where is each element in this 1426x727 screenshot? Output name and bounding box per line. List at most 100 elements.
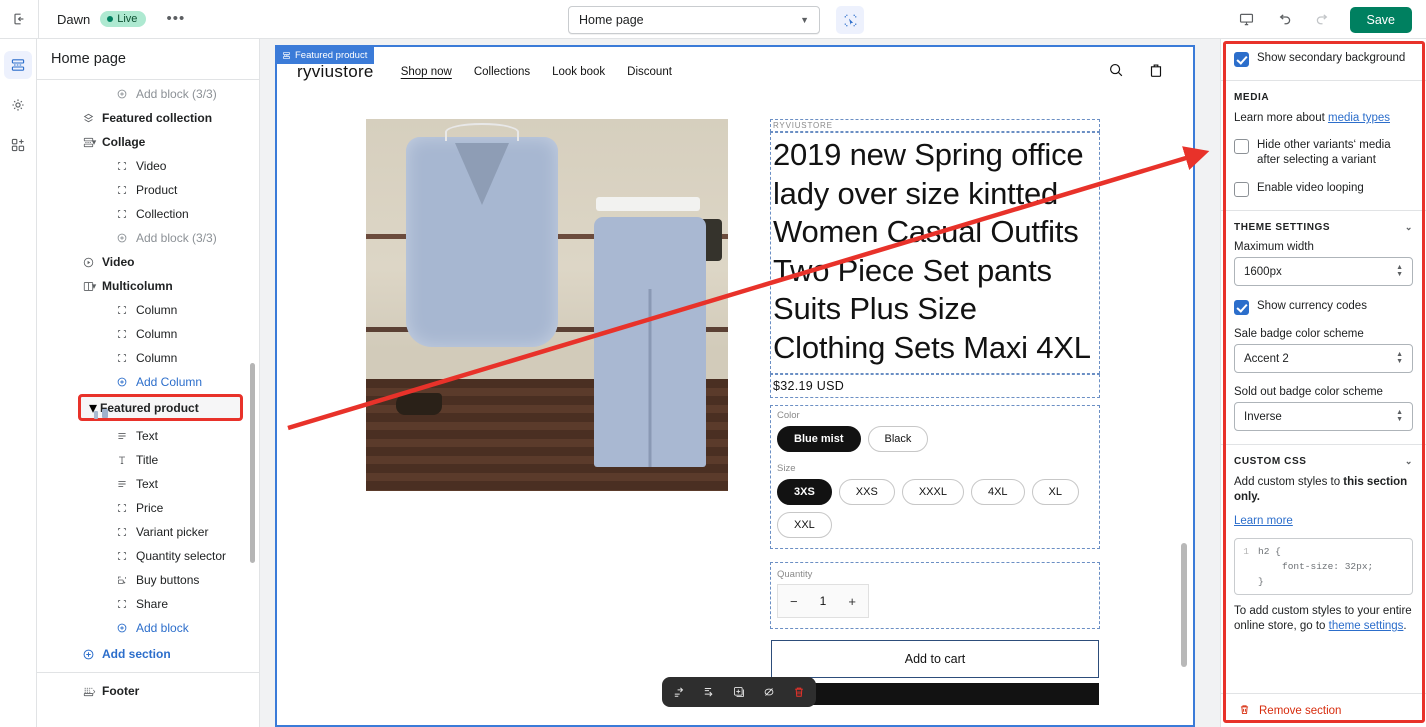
title-icon bbox=[113, 454, 131, 466]
chevron-right-icon[interactable]: › bbox=[87, 686, 101, 696]
theme-settings-heading[interactable]: THEME SETTINGS ⌄ bbox=[1234, 222, 1413, 233]
size-option-4xl[interactable]: 4XL bbox=[971, 479, 1025, 505]
size-option-3xs[interactable]: 3XS bbox=[777, 479, 832, 505]
store-logo[interactable]: ryviustore bbox=[297, 62, 374, 82]
chevron-down-icon[interactable]: ⌄ bbox=[1405, 456, 1413, 467]
custom-css-heading-label: CUSTOM CSS bbox=[1234, 456, 1307, 467]
sidebar-item-add-block-collage[interactable]: Add block (3/3) bbox=[37, 226, 259, 250]
chevron-down-icon[interactable]: ⌄ bbox=[1405, 222, 1413, 233]
setting-show-currency-codes[interactable]: Show currency codes bbox=[1234, 299, 1413, 315]
sidebar-item-text-2[interactable]: Text bbox=[37, 472, 259, 496]
sidebar-item-product-block[interactable]: Product bbox=[37, 178, 259, 202]
save-button[interactable]: Save bbox=[1350, 7, 1413, 33]
setting-show-secondary-background[interactable]: Show secondary background bbox=[1234, 51, 1413, 67]
sidebar-scrollbar[interactable] bbox=[250, 363, 255, 563]
custom-css-description: Add custom styles to this section only. bbox=[1234, 475, 1413, 505]
sidebar-item-label: Price bbox=[136, 501, 163, 515]
custom-css-learn-more-link[interactable]: Learn more bbox=[1234, 515, 1293, 527]
sidebar-item-title[interactable]: Title bbox=[37, 448, 259, 472]
product-image[interactable] bbox=[366, 119, 728, 491]
custom-css-code-editor[interactable]: 1 h2 { font-size: 32px; } bbox=[1234, 538, 1413, 595]
css-footer-suffix: . bbox=[1403, 620, 1406, 632]
product-title[interactable]: 2019 new Spring office lady over size ki… bbox=[770, 132, 1100, 374]
sidebar-item-video-block[interactable]: Video bbox=[37, 154, 259, 178]
nav-link-collections[interactable]: Collections bbox=[474, 66, 530, 78]
checkbox-show-secondary-background[interactable] bbox=[1234, 52, 1249, 67]
sidebar-item-column-2[interactable]: Column bbox=[37, 322, 259, 346]
cart-icon[interactable] bbox=[1147, 61, 1165, 84]
exit-editor-button[interactable] bbox=[0, 0, 39, 39]
move-down-icon[interactable] bbox=[701, 684, 717, 700]
sidebar-item-featured-product[interactable]: ▾ Featured product bbox=[78, 394, 243, 421]
color-option-blue-mist[interactable]: Blue mist bbox=[777, 426, 861, 452]
sidebar-item-add-block-featured[interactable]: Add block bbox=[37, 616, 259, 640]
rail-item-sections[interactable] bbox=[4, 51, 32, 79]
checkbox-show-currency-codes[interactable] bbox=[1234, 300, 1249, 315]
quantity-decrease-button[interactable]: − bbox=[790, 594, 798, 609]
nav-link-shop-now[interactable]: Shop now bbox=[401, 66, 452, 78]
delete-icon[interactable] bbox=[791, 684, 807, 700]
sale-badge-select[interactable]: Accent 2 ▲▼ bbox=[1234, 344, 1413, 373]
sidebar-item-video-section[interactable]: Video bbox=[37, 250, 259, 274]
setting-hide-other-variants[interactable]: Hide other variants‘ media after selecti… bbox=[1234, 138, 1413, 168]
chevron-down-icon[interactable]: ▾ bbox=[87, 137, 101, 148]
media-types-link[interactable]: media types bbox=[1328, 112, 1390, 124]
sidebar-item-column-1[interactable]: Column bbox=[37, 298, 259, 322]
nav-link-look-book[interactable]: Look book bbox=[552, 66, 605, 78]
preview-scrollbar[interactable] bbox=[1181, 543, 1187, 667]
hide-icon[interactable] bbox=[761, 684, 777, 700]
sidebar-item-quantity-selector[interactable]: Quantity selector bbox=[37, 544, 259, 568]
desktop-preview-button[interactable] bbox=[1236, 9, 1258, 31]
storefront-preview[interactable]: Featured product ryviustore Shop now Col… bbox=[275, 45, 1195, 727]
add-to-cart-button[interactable]: Add to cart bbox=[771, 640, 1099, 678]
page-selector[interactable]: Home page ▼ bbox=[568, 6, 820, 34]
rail-item-apps[interactable] bbox=[4, 131, 32, 159]
duplicate-icon[interactable] bbox=[731, 684, 747, 700]
remove-section-button[interactable]: Remove section bbox=[1221, 693, 1426, 727]
size-option-label: Size bbox=[777, 463, 1091, 474]
setting-label: Hide other variants‘ media after selecti… bbox=[1257, 138, 1413, 168]
sidebar-add-section[interactable]: Add section bbox=[37, 642, 259, 666]
size-option-xxs[interactable]: XXS bbox=[839, 479, 895, 505]
checkbox-enable-video-looping[interactable] bbox=[1234, 182, 1249, 197]
sidebar-item-share[interactable]: Share bbox=[37, 592, 259, 616]
chevron-down-icon[interactable]: ▾ bbox=[87, 281, 101, 292]
color-option-black[interactable]: Black bbox=[868, 426, 929, 452]
quantity-increase-button[interactable]: + bbox=[848, 594, 856, 609]
search-icon[interactable] bbox=[1107, 61, 1125, 84]
theme-settings-link[interactable]: theme settings bbox=[1329, 620, 1404, 632]
sidebar-item-featured-collection[interactable]: Featured collection bbox=[37, 106, 259, 130]
sidebar-item-footer[interactable]: › Footer bbox=[37, 679, 259, 703]
custom-css-heading[interactable]: CUSTOM CSS ⌄ bbox=[1234, 456, 1413, 467]
sidebar-item-buy-buttons[interactable]: Buy buttons bbox=[37, 568, 259, 592]
sidebar-item-text-1[interactable]: Text bbox=[37, 424, 259, 448]
checkbox-hide-other-variants[interactable] bbox=[1234, 139, 1249, 154]
nav-link-discount[interactable]: Discount bbox=[627, 66, 672, 78]
sidebar-item-collage[interactable]: ▾ Collage bbox=[37, 130, 259, 154]
quantity-stepper[interactable]: − 1 + bbox=[777, 584, 869, 618]
size-option-xxl[interactable]: XXL bbox=[777, 512, 832, 538]
sold-out-badge-select[interactable]: Inverse ▲▼ bbox=[1234, 402, 1413, 431]
inspect-selection-button[interactable] bbox=[836, 6, 864, 34]
product-info: RYVIUSTORE 2019 new Spring office lady o… bbox=[770, 119, 1100, 706]
sidebar-item-price[interactable]: Price bbox=[37, 496, 259, 520]
redo-button[interactable] bbox=[1312, 9, 1334, 31]
sidebar-item-collection-block[interactable]: Collection bbox=[37, 202, 259, 226]
sidebar-item-multicolumn[interactable]: ▾ Multicolumn bbox=[37, 274, 259, 298]
setting-enable-video-looping[interactable]: Enable video looping bbox=[1234, 181, 1413, 197]
undo-button[interactable] bbox=[1274, 9, 1296, 31]
sidebar-item-add-block-collection[interactable]: Add block (3/3) bbox=[37, 82, 259, 106]
rail-item-theme-settings[interactable] bbox=[4, 91, 32, 119]
size-option-xxxl[interactable]: XXXL bbox=[902, 479, 964, 505]
move-up-icon[interactable] bbox=[671, 684, 687, 700]
sidebar-item-variant-picker[interactable]: Variant picker bbox=[37, 520, 259, 544]
theme-more-menu-button[interactable]: ••• bbox=[160, 11, 191, 27]
maximum-width-select[interactable]: 1600px ▲▼ bbox=[1234, 257, 1413, 286]
section-label-badge: Featured product bbox=[277, 47, 374, 64]
size-option-xl[interactable]: XL bbox=[1032, 479, 1079, 505]
panel-divider bbox=[1221, 444, 1426, 445]
sidebar-item-column-3[interactable]: Column bbox=[37, 346, 259, 370]
block-icon bbox=[113, 352, 131, 364]
buy-now-button[interactable] bbox=[771, 683, 1099, 705]
sidebar-item-add-column[interactable]: Add Column bbox=[37, 370, 259, 394]
